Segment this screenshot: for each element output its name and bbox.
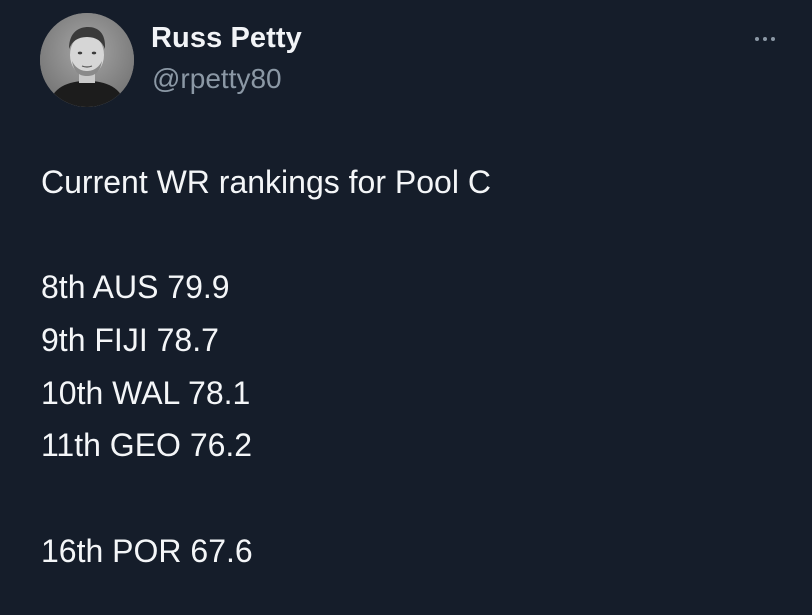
- more-options-button[interactable]: [748, 24, 788, 54]
- author-avatar[interactable]: [40, 13, 134, 107]
- ranking-line: 16th POR 67.6: [41, 533, 253, 569]
- more-horizontal-icon: [755, 37, 759, 41]
- more-horizontal-icon: [763, 37, 767, 41]
- profile-photo-icon: [40, 13, 134, 107]
- more-horizontal-icon: [771, 37, 775, 41]
- author-handle[interactable]: @rpetty80: [152, 63, 282, 95]
- ranking-line: 9th FIJI 78.7: [41, 322, 219, 358]
- ranking-line: 10th WAL 78.1: [41, 375, 251, 411]
- tweet-card: Russ Petty @rpetty80 Current WR rankings…: [0, 0, 812, 615]
- author-name[interactable]: Russ Petty: [151, 22, 302, 55]
- tweet-headline: Current WR rankings for Pool C: [41, 164, 491, 200]
- ranking-line: 8th AUS 79.9: [41, 269, 230, 305]
- ranking-line: 11th GEO 76.2: [41, 427, 253, 463]
